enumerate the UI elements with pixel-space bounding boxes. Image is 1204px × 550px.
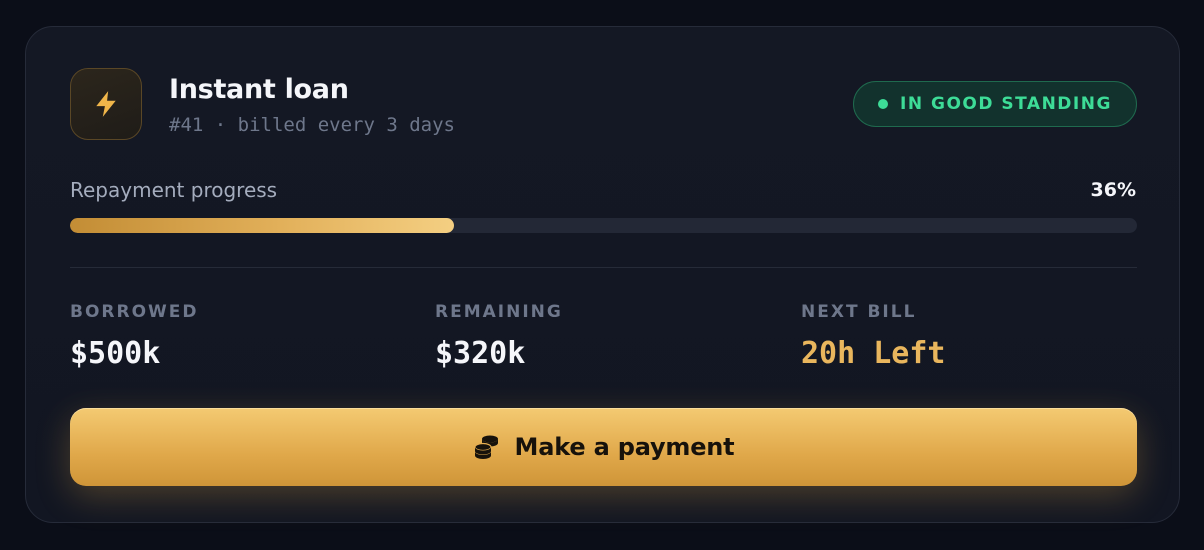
make-payment-label: Make a payment	[514, 433, 735, 461]
stat-label: NEXT BILL	[801, 302, 917, 322]
stat-label: REMAINING	[435, 302, 563, 322]
loan-icon-tile	[70, 68, 142, 140]
progress-bar-fill	[70, 218, 455, 233]
status-badge-label: IN GOOD STANDING	[900, 94, 1112, 114]
loan-title: Instant loan	[169, 74, 349, 105]
divider	[70, 267, 1137, 268]
lightning-bolt-icon	[96, 91, 116, 117]
progress-label: Repayment progress	[70, 178, 278, 202]
loan-subtitle: #41 · billed every 3 days	[169, 114, 455, 136]
stat-value: $500k	[70, 336, 161, 371]
stat-borrowed: BORROWED $500k	[70, 302, 199, 372]
stat-value: $320k	[435, 336, 526, 371]
stat-value: 20h Left	[801, 336, 946, 371]
make-payment-button[interactable]: Make a payment	[70, 408, 1137, 486]
coins-icon	[473, 435, 498, 459]
loan-card: Instant loan #41 · billed every 3 days I…	[25, 26, 1180, 523]
progress-bar	[70, 218, 1137, 233]
stat-label: BORROWED	[70, 302, 199, 322]
status-badge: IN GOOD STANDING	[853, 81, 1137, 127]
stat-next-bill: NEXT BILL 20h Left	[801, 302, 946, 372]
stat-remaining: REMAINING $320k	[435, 302, 563, 372]
status-dot-icon	[878, 99, 889, 109]
progress-percent: 36%	[1090, 179, 1136, 201]
